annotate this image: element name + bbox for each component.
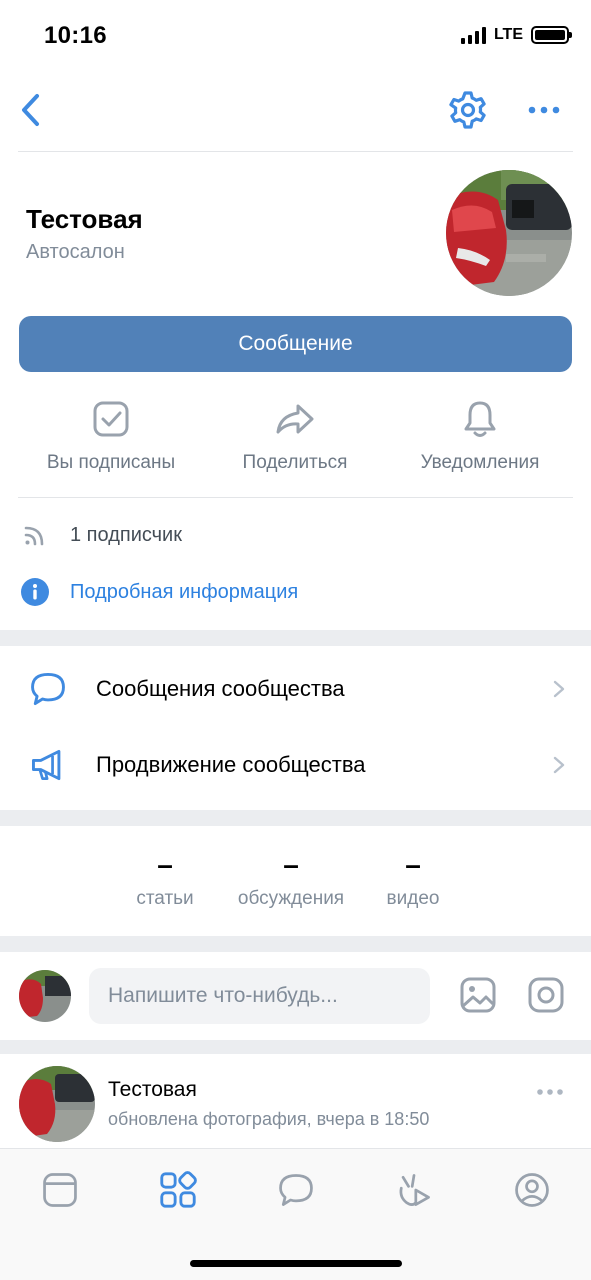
- chevron-right-icon: [553, 756, 565, 774]
- clips-icon[interactable]: [392, 1168, 436, 1212]
- status-indicators: LTE: [460, 26, 572, 44]
- followers-count: 1 подписчик: [70, 523, 182, 546]
- battery-icon: [531, 26, 572, 44]
- counter-label: статьи: [136, 888, 194, 909]
- community-category: Автосалон: [26, 241, 125, 263]
- info-icon: [21, 578, 49, 606]
- user-avatar[interactable]: [19, 970, 71, 1022]
- followers-row[interactable]: 1 подписчик: [20, 520, 182, 550]
- counter-video[interactable]: – видео: [333, 850, 493, 910]
- community-promotion-label: Продвижение сообщества: [96, 752, 366, 777]
- subscribed-button[interactable]: Вы подписаны: [16, 398, 206, 474]
- counter-value: –: [157, 849, 173, 880]
- image-icon[interactable]: [458, 975, 498, 1015]
- share-label: Поделиться: [242, 452, 348, 473]
- send-message-button[interactable]: Сообщение: [19, 316, 572, 372]
- section-separator: [0, 1040, 591, 1054]
- news-icon[interactable]: [38, 1168, 82, 1212]
- services-icon[interactable]: [156, 1168, 200, 1212]
- counter-label: видео: [386, 888, 440, 909]
- subscribed-check-icon: [93, 401, 129, 437]
- profile-icon[interactable]: [510, 1168, 554, 1212]
- notifications-label: Уведомления: [420, 452, 540, 473]
- section-separator: [0, 630, 591, 646]
- post-meta: обновлена фотография, вчера в 18:50: [108, 1109, 430, 1129]
- details-row[interactable]: Подробная информация: [20, 577, 298, 607]
- chat-bubble-icon: [26, 667, 70, 711]
- community-promotion-row[interactable]: Продвижение сообщества: [0, 728, 591, 802]
- camera-icon[interactable]: [526, 975, 566, 1015]
- post-composer-input[interactable]: Напишите что-нибудь...: [89, 968, 430, 1024]
- community-messages-label: Сообщения сообщества: [96, 676, 345, 701]
- signal-icon: [460, 26, 486, 44]
- home-indicator: [190, 1260, 402, 1267]
- section-separator: [0, 936, 591, 952]
- rss-icon: [24, 526, 44, 546]
- counter-value: –: [283, 849, 299, 880]
- header-divider: [18, 151, 573, 152]
- subscribed-label: Вы подписаны: [46, 452, 176, 473]
- community-name: Тестовая: [26, 204, 143, 234]
- more-icon[interactable]: [524, 96, 564, 124]
- share-icon: [276, 404, 314, 434]
- gear-icon[interactable]: [446, 88, 490, 132]
- section-separator: [0, 810, 591, 826]
- status-time: 10:16: [44, 22, 107, 49]
- counter-value: –: [405, 849, 421, 880]
- post-author-avatar[interactable]: [19, 1066, 95, 1142]
- megaphone-icon: [26, 743, 70, 787]
- bell-icon: [464, 401, 496, 437]
- community-messages-row[interactable]: Сообщения сообщества: [0, 652, 591, 726]
- chevron-right-icon: [553, 680, 565, 698]
- counter-label: обсуждения: [237, 888, 345, 909]
- notifications-button[interactable]: Уведомления: [385, 398, 575, 474]
- network-type: LTE: [493, 26, 523, 43]
- messages-icon[interactable]: [274, 1168, 318, 1212]
- community-avatar[interactable]: [446, 170, 572, 296]
- share-button[interactable]: Поделиться: [200, 398, 390, 474]
- post-more-icon[interactable]: [534, 1082, 566, 1102]
- actions-divider: [18, 497, 573, 498]
- post-author-name[interactable]: Тестовая: [108, 1078, 197, 1102]
- details-link[interactable]: Подробная информация: [70, 581, 298, 604]
- back-icon[interactable]: [14, 90, 54, 130]
